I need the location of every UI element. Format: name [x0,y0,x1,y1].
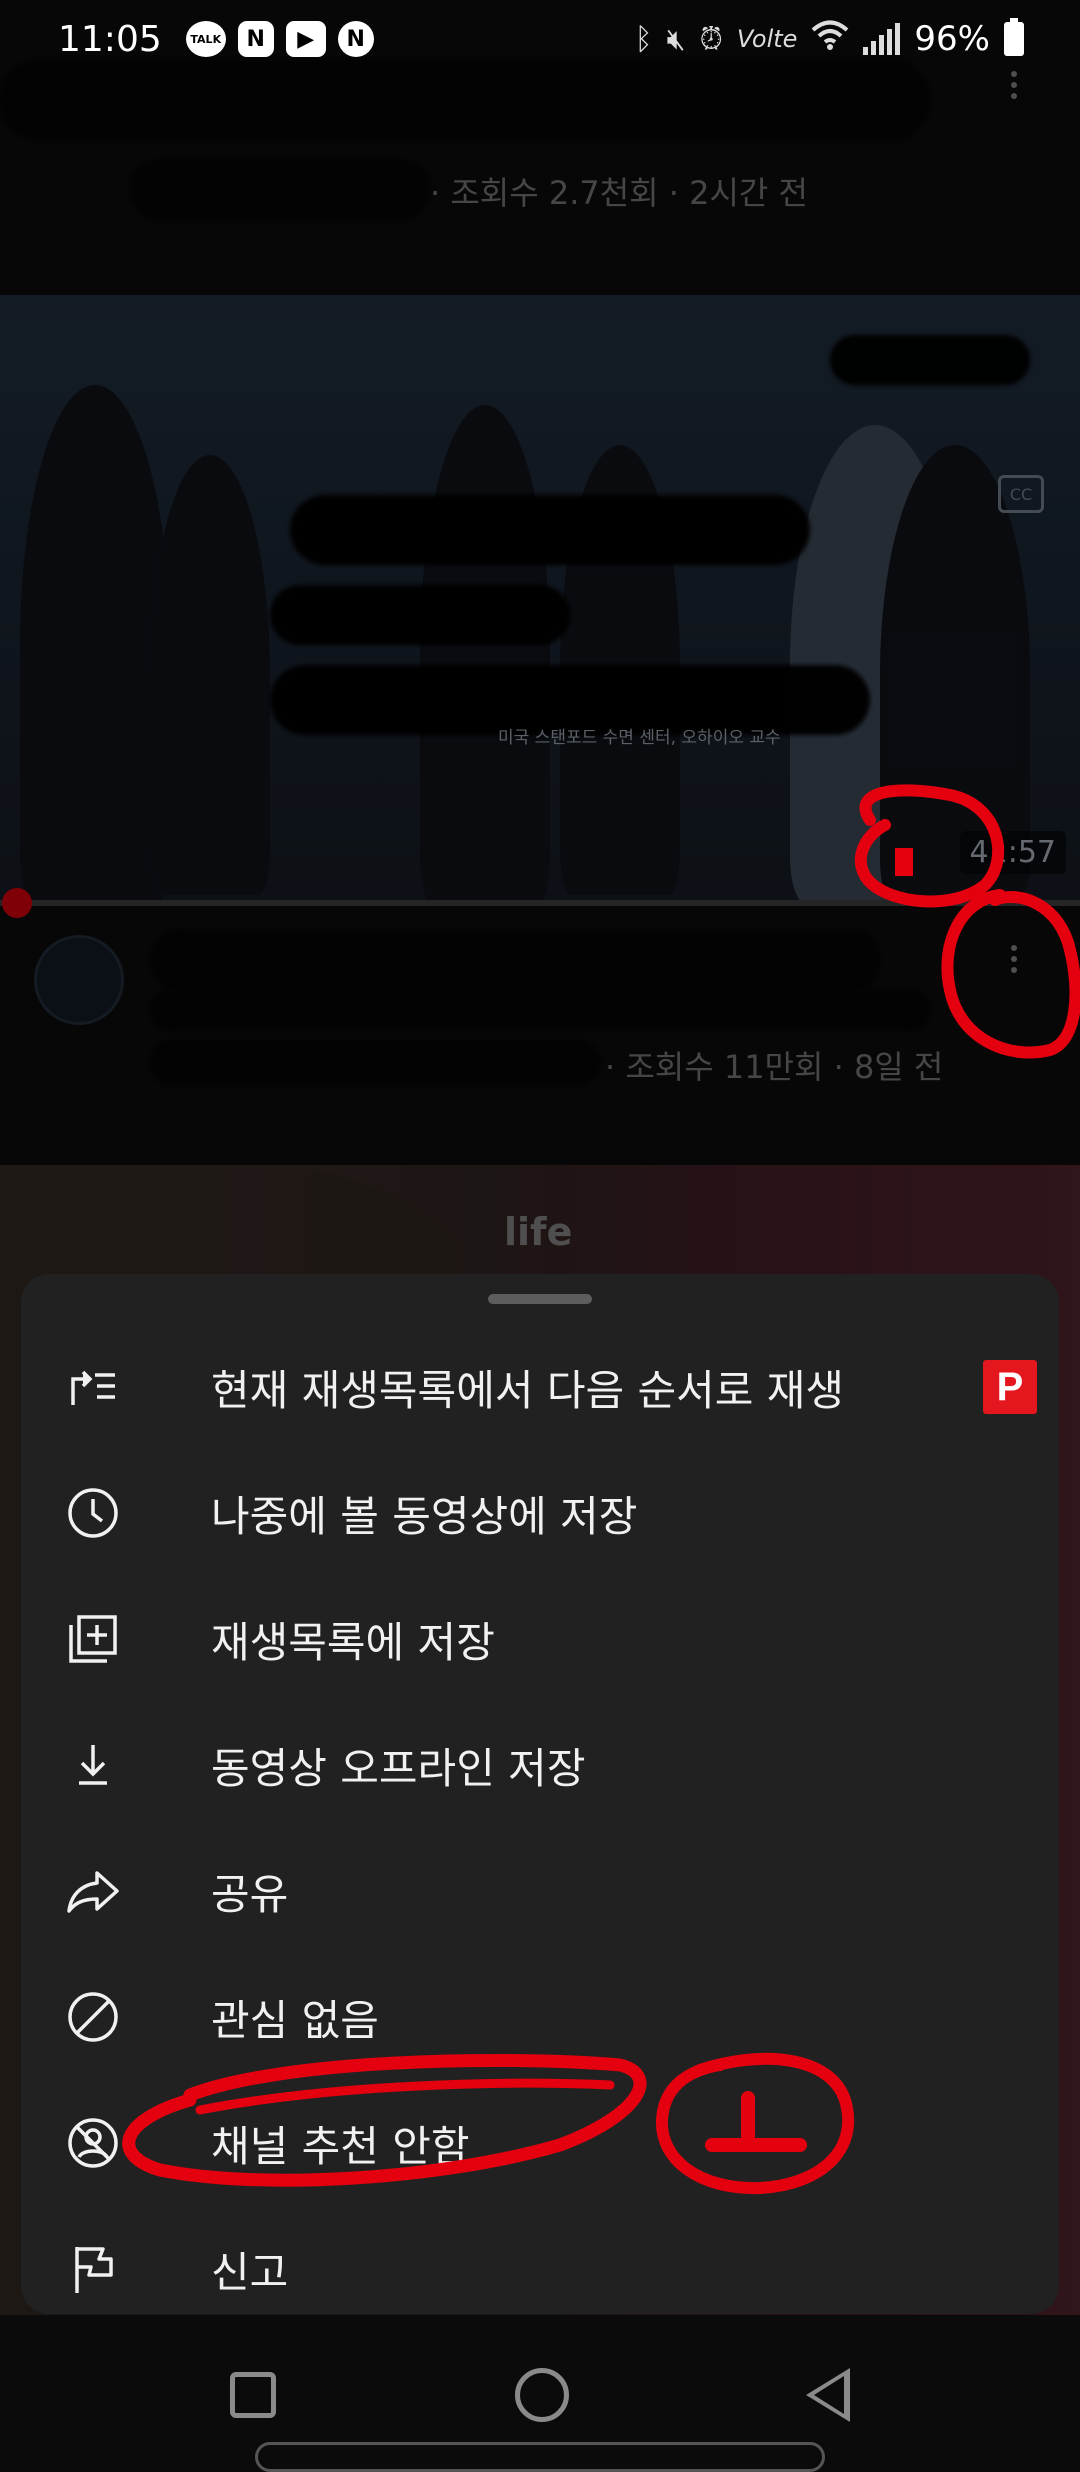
menu-item-report[interactable]: 신고 [21,2206,1059,2332]
naver-icon: N [237,21,274,57]
bluetooth-icon: ᛒ [634,21,653,57]
clock-icon [65,1485,121,1541]
premium-badge: P [983,1360,1037,1414]
sheet-drag-handle[interactable] [488,1294,592,1304]
back-button[interactable] [806,2368,850,2422]
share-icon [65,1863,121,1919]
alarm-icon: ⏰︎ [699,21,723,57]
flag-icon [65,2241,121,2297]
menu-item-download[interactable]: 동영상 오프라인 저장 [21,1702,1059,1828]
menu-label: 재생목록에 저장 [211,1617,495,1667]
menu-item-watch-later[interactable]: 나중에 볼 동영상에 저장 [21,1450,1059,1576]
menu-item-share[interactable]: 공유 [21,1828,1059,1954]
menu-label: 나중에 볼 동영상에 저장 [211,1491,638,1541]
no-channel-icon [65,2115,121,2171]
menu-label: 현재 재생목록에서 다음 순서로 재생 [211,1365,845,1415]
menu-item-not-interested[interactable]: 관심 없음 [21,1954,1059,2080]
menu-label: 동영상 오프라인 저장 [211,1743,586,1793]
menu-item-play-next[interactable]: 현재 재생목록에서 다음 순서로 재생 P [21,1324,1059,1450]
play-next-icon [65,1359,121,1415]
menu-item-dont-recommend-channel[interactable]: 채널 추천 안함 [21,2080,1059,2206]
menu-item-save-playlist[interactable]: 재생목록에 저장 [21,1576,1059,1702]
volte-icon: Volte [736,25,798,53]
naver-news-icon: N [337,21,374,57]
kakaotalk-icon: TALK [185,21,226,57]
wifi-icon [811,19,849,59]
battery-percent: 96% [914,19,990,59]
home-button[interactable] [515,2368,569,2422]
battery-icon [1004,18,1024,56]
menu-label: 공유 [211,1869,289,1919]
menu-label: 채널 추천 안함 [211,2121,470,2171]
signal-icon [863,23,901,55]
status-bar: 11:05 TALK N ▶ N ᛒ 🔇︎ ⏰︎ Volte 96% [0,0,1080,78]
menu-label: 관심 없음 [211,1995,379,2045]
block-icon [65,1989,121,2045]
menu-label: 신고 [211,2247,289,2297]
download-icon [65,1737,121,1793]
options-bottom-sheet: 현재 재생목록에서 다음 순서로 재생 P 나중에 볼 동영상에 저장 재생목록… [21,1274,1059,2314]
gesture-bar [255,2442,825,2472]
youtube-icon: ▶ [285,21,326,57]
recents-button[interactable] [230,2372,276,2418]
mute-icon: 🔇︎ [666,21,686,57]
playlist-add-icon [65,1611,121,1667]
clock: 11:05 [58,18,162,60]
